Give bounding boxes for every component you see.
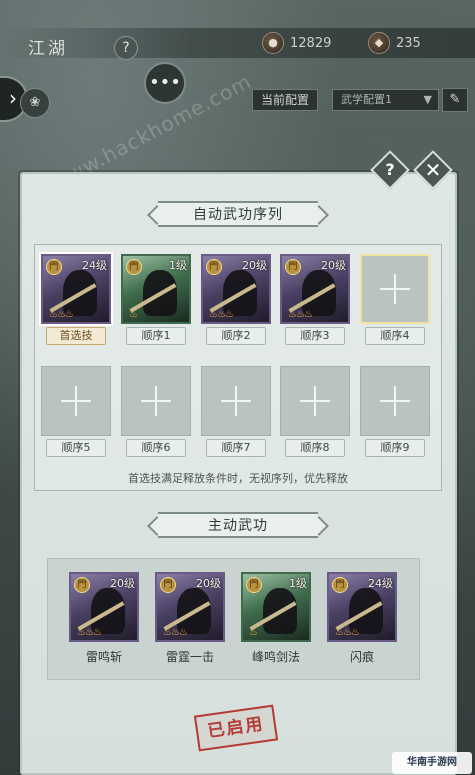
flame-rank-icon: ♨♨♨ — [163, 627, 188, 638]
flame-rank-icon: ♨ — [249, 627, 258, 638]
slot-tag: 顺序4 — [365, 327, 425, 345]
edit-icon[interactable]: ✎ — [442, 88, 468, 112]
flame-rank-icon: ♨♨♨ — [335, 627, 360, 638]
auto-slot[interactable]: 門 1级 ♨ 顺序1 — [121, 254, 191, 345]
slot-tag: 顺序2 — [206, 327, 266, 345]
slot-tag: 顺序6 — [126, 439, 186, 457]
plus-icon — [61, 386, 91, 416]
skill-level: 24级 — [82, 259, 107, 272]
skill-name: 雷霆一击 — [165, 650, 214, 664]
help-icon[interactable]: ? — [114, 36, 138, 60]
skill-art: 門 1级 ♨ — [241, 572, 311, 642]
empty-slot[interactable] — [201, 366, 271, 436]
skill-level: 20级 — [196, 577, 221, 590]
flame-rank-icon: ♨ — [129, 309, 138, 320]
slot-tag: 顺序1 — [126, 327, 186, 345]
question-icon: ? — [385, 160, 395, 179]
auto-slot[interactable]: 顺序8 — [280, 366, 350, 457]
skill-art: 門 20级 ♨♨♨ — [155, 572, 225, 642]
skill-level: 20级 — [242, 259, 267, 272]
sect-emblem-icon: 門 — [332, 577, 348, 593]
sect-emblem-icon: 門 — [74, 577, 90, 593]
auto-slot[interactable]: 顺序6 — [121, 366, 191, 457]
skill-art: 門 20级 ♨♨♨ — [69, 572, 139, 642]
skill-name: 闪痕 — [349, 650, 374, 664]
skill-name: 雷鸣斩 — [85, 650, 122, 664]
coin-icon: ● — [262, 32, 284, 54]
active-skill[interactable]: 門 20级 ♨♨♨ 雷霆一击 — [155, 572, 225, 665]
empty-slot[interactable] — [121, 366, 191, 436]
currency-a: ● 12829 — [262, 32, 331, 54]
skill-level: 24级 — [368, 577, 393, 590]
corner-logo: 华南手游网 — [392, 752, 472, 774]
sect-emblem-icon: 門 — [285, 259, 301, 275]
empty-slot[interactable] — [360, 254, 430, 324]
region-title: 江湖 — [28, 39, 68, 59]
sect-emblem-icon: 門 — [246, 577, 262, 593]
skill-level: 20级 — [321, 259, 346, 272]
slot-tag: 顺序9 — [365, 439, 425, 457]
sect-emblem-icon: 門 — [206, 259, 222, 275]
auto-slot[interactable]: 顺序9 — [360, 366, 430, 457]
active-skills-title: 主动武功 — [158, 512, 318, 538]
skill-level: 1级 — [289, 577, 307, 590]
auto-slot[interactable]: 門 20级 ♨♨♨ 顺序3 — [280, 254, 350, 345]
sequence-hint: 首选技满足释放条件时，无视序列，优先释放 — [128, 472, 348, 485]
active-skill[interactable]: 門 1级 ♨ 峰鸣剑法 — [241, 572, 311, 665]
plus-icon — [300, 386, 330, 416]
skill-art: 門 1级 ♨ — [121, 254, 191, 324]
auto-sequence-title: 自动武功序列 — [158, 201, 318, 227]
flame-rank-icon: ♨♨♨ — [77, 627, 102, 638]
chat-bubble-icon[interactable]: ••• — [144, 62, 186, 104]
skill-level: 20级 — [110, 577, 135, 590]
sect-emblem-icon: 門 — [126, 259, 142, 275]
auto-slot[interactable]: 顺序7 — [201, 366, 271, 457]
empty-slot[interactable] — [41, 366, 111, 436]
skill-art: 門 20级 ♨♨♨ — [280, 254, 350, 324]
equip-config-label: 当前配置 — [252, 89, 319, 111]
ingot-icon: ◆ — [368, 32, 390, 54]
slot-tag: 顺序3 — [285, 327, 345, 345]
slot-tag: 顺序5 — [46, 439, 106, 457]
skill-art: 門 24级 ♨♨♨ — [327, 572, 397, 642]
slot-tag: 顺序8 — [285, 439, 345, 457]
auto-slot[interactable]: 顺序5 — [41, 366, 111, 457]
chevron-down-icon: ▼ — [423, 93, 432, 106]
empty-slot[interactable] — [280, 366, 350, 436]
empty-slot[interactable] — [360, 366, 430, 436]
sect-emblem-icon: 門 — [46, 259, 62, 275]
equip-select-value: 武学配置1 — [341, 93, 392, 106]
flame-rank-icon: ♨♨♨ — [209, 309, 234, 320]
skill-level: 1级 — [169, 259, 187, 272]
close-icon: ✕ — [424, 158, 442, 182]
plus-icon — [141, 386, 171, 416]
currency-b-value: 235 — [396, 35, 421, 51]
currency-a-value: 12829 — [290, 35, 332, 51]
plus-icon — [221, 386, 251, 416]
slot-tag: 顺序7 — [206, 439, 266, 457]
flame-rank-icon: ♨♨♨ — [49, 309, 74, 320]
plus-icon — [380, 274, 410, 304]
auto-slot[interactable]: 顺序4 — [360, 254, 430, 345]
auto-slot[interactable]: 門 24级 ♨♨♨ 首选技 — [41, 254, 111, 345]
currency-b: ◆ 235 — [368, 32, 421, 54]
skill-art: 門 20级 ♨♨♨ — [201, 254, 271, 324]
auto-slot[interactable]: 門 20级 ♨♨♨ 顺序2 — [201, 254, 271, 345]
active-skill[interactable]: 門 24级 ♨♨♨ 闪痕 — [327, 572, 397, 665]
lotus-icon[interactable]: ❀ — [20, 88, 50, 118]
flame-rank-icon: ♨♨♨ — [288, 309, 313, 320]
plus-icon — [380, 386, 410, 416]
active-skill[interactable]: 門 20级 ♨♨♨ 雷鸣斩 — [69, 572, 139, 665]
equip-config-select[interactable]: 武学配置1 ▼ — [332, 89, 439, 111]
sect-emblem-icon: 門 — [160, 577, 176, 593]
slot-tag: 首选技 — [46, 327, 106, 345]
skill-art: 門 24级 ♨♨♨ — [41, 254, 111, 324]
skill-name: 峰鸣剑法 — [251, 650, 300, 664]
